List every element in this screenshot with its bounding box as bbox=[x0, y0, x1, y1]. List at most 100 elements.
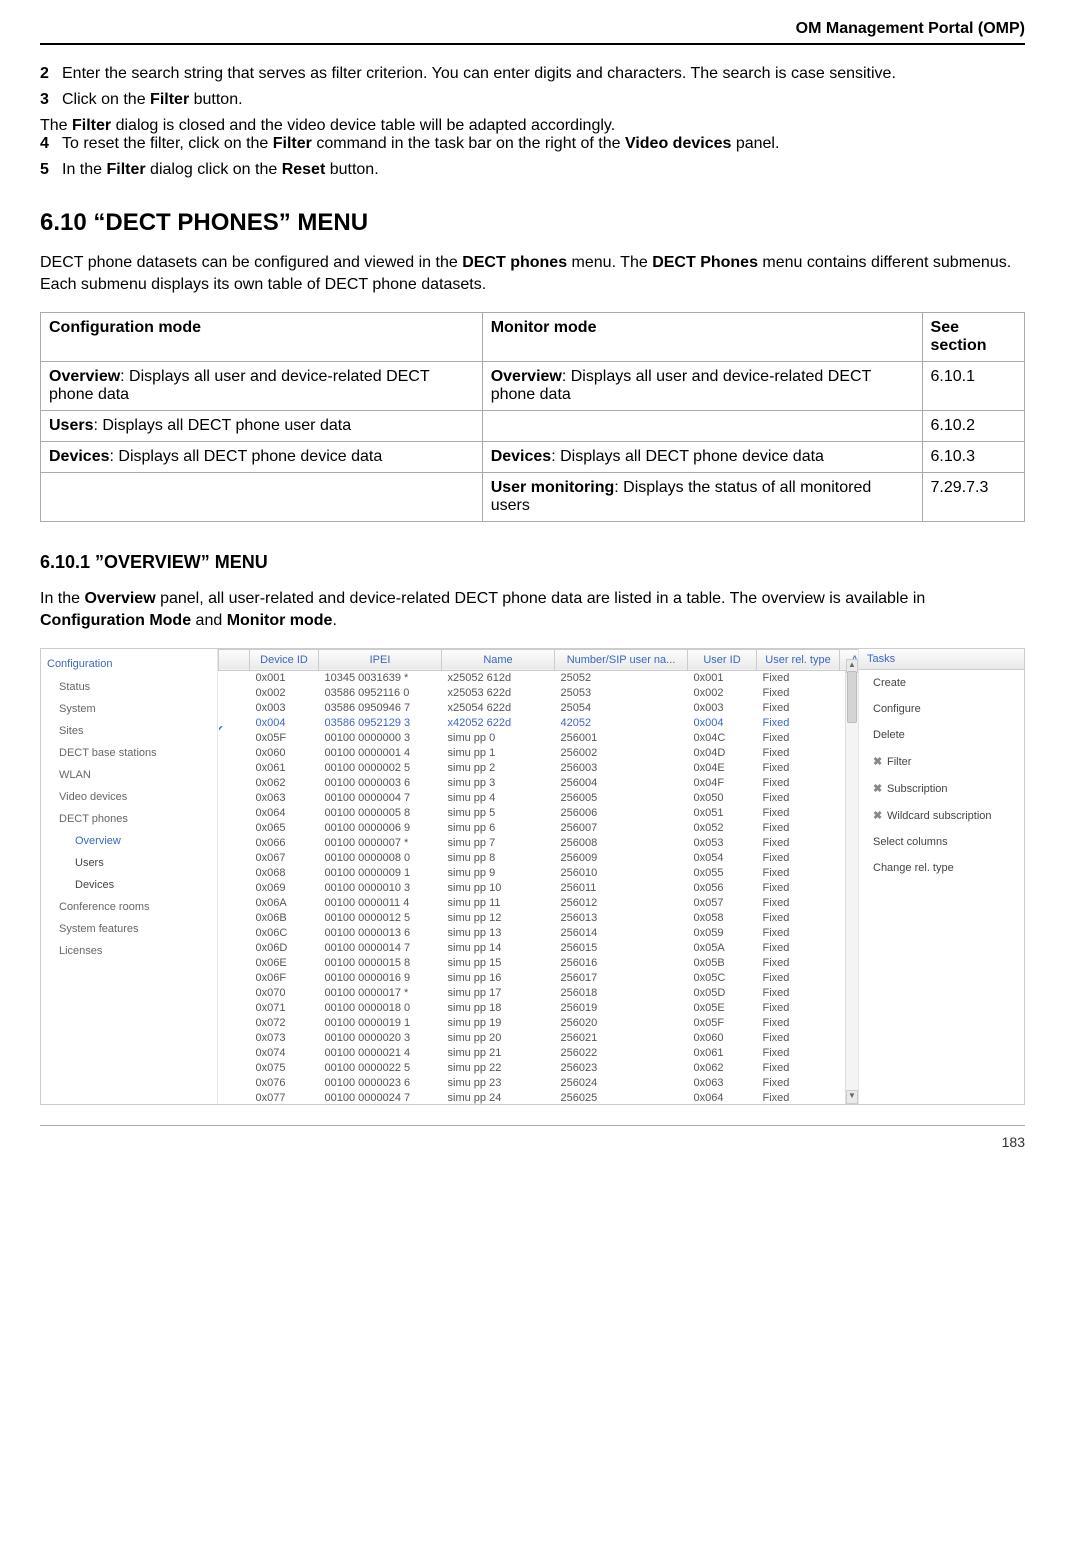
table-cell: 00100 0000005 8 bbox=[319, 806, 442, 821]
modes-cell: Devices: Displays all DECT phone device … bbox=[482, 441, 922, 472]
table-cell: 00100 0000016 9 bbox=[319, 971, 442, 986]
table-header-cell[interactable]: Device ID bbox=[250, 649, 319, 670]
table-cell: 0x04E bbox=[688, 761, 757, 776]
table-row[interactable]: 0x06400100 0000005 8simu pp 52560060x051… bbox=[219, 806, 860, 821]
table-cell: simu pp 15 bbox=[442, 956, 555, 971]
table-cell: Fixed bbox=[757, 866, 840, 881]
table-cell: 0x059 bbox=[688, 926, 757, 941]
table-header-cell[interactable]: Number/SIP user na... bbox=[555, 649, 688, 670]
table-row[interactable]: 0x06600100 0000007 *simu pp 72560080x053… bbox=[219, 836, 860, 851]
table-row[interactable]: 0x07200100 0000019 1simu pp 192560200x05… bbox=[219, 1016, 860, 1031]
table-row[interactable]: 0x06A00100 0000011 4simu pp 112560120x05… bbox=[219, 896, 860, 911]
table-row[interactable]: 0x06000100 0000001 4simu pp 12560020x04D… bbox=[219, 746, 860, 761]
table-cell: 256022 bbox=[555, 1046, 688, 1061]
table-row[interactable]: 0x06B00100 0000012 5simu pp 122560130x05… bbox=[219, 911, 860, 926]
table-header-cell[interactable]: User ID bbox=[688, 649, 757, 670]
table-cell: 00100 0000020 3 bbox=[319, 1031, 442, 1046]
table-cell: 0x062 bbox=[250, 776, 319, 791]
table-row[interactable]: 0x07400100 0000021 4simu pp 212560220x06… bbox=[219, 1046, 860, 1061]
table-cell: Fixed bbox=[757, 716, 840, 731]
table-row[interactable]: 0x06300100 0000004 7simu pp 42560050x050… bbox=[219, 791, 860, 806]
task-item[interactable]: ✖Wildcard subscription bbox=[859, 802, 1024, 829]
table-row[interactable]: 0x06100100 0000002 5simu pp 22560030x04E… bbox=[219, 761, 860, 776]
table-row[interactable]: 0x06700100 0000008 0simu pp 82560090x054… bbox=[219, 851, 860, 866]
table-cell: 0x054 bbox=[688, 851, 757, 866]
task-item[interactable]: Select columns bbox=[859, 829, 1024, 855]
sidebar-item[interactable]: Video devices bbox=[47, 786, 217, 808]
sidebar-item[interactable]: Licenses bbox=[47, 940, 217, 962]
table-header-cell[interactable]: Name bbox=[442, 649, 555, 670]
sidebar-item[interactable]: DECT phones bbox=[47, 808, 217, 830]
table-cell: 0x001 bbox=[688, 670, 757, 686]
table-row[interactable]: 0x06F00100 0000016 9simu pp 162560170x05… bbox=[219, 971, 860, 986]
table-cell: 0x072 bbox=[250, 1016, 319, 1031]
table-header-cell[interactable] bbox=[219, 649, 250, 670]
task-item[interactable]: ✖Subscription bbox=[859, 775, 1024, 802]
sidebar-item[interactable]: DECT base stations bbox=[47, 742, 217, 764]
table-cell: simu pp 11 bbox=[442, 896, 555, 911]
table-row[interactable]: 0x06200100 0000003 6simu pp 32560040x04F… bbox=[219, 776, 860, 791]
intro-6-10: DECT phone datasets can be configured an… bbox=[40, 252, 1025, 297]
table-cell: simu pp 4 bbox=[442, 791, 555, 806]
table-row[interactable]: 0x07600100 0000023 6simu pp 232560240x06… bbox=[219, 1076, 860, 1091]
table-cell: 0x055 bbox=[688, 866, 757, 881]
row-indicator bbox=[219, 686, 250, 701]
scroll-down-arrow[interactable]: ▼ bbox=[846, 1090, 858, 1104]
modes-cell: User monitoring: Displays the status of … bbox=[482, 472, 922, 521]
table-row[interactable]: 0x00203586 0952116 0x25053 622d250530x00… bbox=[219, 686, 860, 701]
table-cell: 00100 0000024 7 bbox=[319, 1091, 442, 1104]
table-row[interactable]: 0x07000100 0000017 *simu pp 172560180x05… bbox=[219, 986, 860, 1001]
modes-cell: 6.10.1 bbox=[922, 361, 1024, 410]
table-row[interactable]: 0x06800100 0000009 1simu pp 92560100x055… bbox=[219, 866, 860, 881]
table-cell: 0x06D bbox=[250, 941, 319, 956]
table-cell: 256021 bbox=[555, 1031, 688, 1046]
table-row[interactable]: 0x07300100 0000020 3simu pp 202560210x06… bbox=[219, 1031, 860, 1046]
table-row[interactable]: 0x07500100 0000022 5simu pp 222560230x06… bbox=[219, 1061, 860, 1076]
sidebar-nav: Configuration StatusSystemSitesDECT base… bbox=[41, 649, 218, 1104]
table-scrollbar[interactable]: ▲ ▼ bbox=[845, 671, 858, 1104]
table-cell: 00100 0000003 6 bbox=[319, 776, 442, 791]
row-indicator bbox=[219, 716, 250, 731]
task-item[interactable]: Delete bbox=[859, 722, 1024, 748]
sidebar-subitem[interactable]: Overview bbox=[47, 830, 217, 852]
sidebar-item[interactable]: Status bbox=[47, 676, 217, 698]
sidebar-item[interactable]: WLAN bbox=[47, 764, 217, 786]
task-item[interactable]: Configure bbox=[859, 696, 1024, 722]
task-item[interactable]: Change rel. type bbox=[859, 855, 1024, 881]
table-row[interactable]: 0x06C00100 0000013 6simu pp 132560140x05… bbox=[219, 926, 860, 941]
table-row[interactable]: 0x06900100 0000010 3simu pp 102560110x05… bbox=[219, 881, 860, 896]
table-cell: 256014 bbox=[555, 926, 688, 941]
sidebar-item[interactable]: System features bbox=[47, 918, 217, 940]
table-row[interactable]: 0x07100100 0000018 0simu pp 182560190x05… bbox=[219, 1001, 860, 1016]
table-cell: 0x062 bbox=[688, 1061, 757, 1076]
sidebar-subitem[interactable]: Devices bbox=[47, 874, 217, 896]
table-row[interactable]: 0x00110345 0031639 *x25052 612d250520x00… bbox=[219, 670, 860, 686]
table-cell: simu pp 13 bbox=[442, 926, 555, 941]
table-row[interactable]: 0x00403586 0952129 3x42052 622d420520x00… bbox=[219, 716, 860, 731]
table-row[interactable]: 0x05F00100 0000000 3simu pp 02560010x04C… bbox=[219, 731, 860, 746]
table-row[interactable]: 0x06D00100 0000014 7simu pp 142560150x05… bbox=[219, 941, 860, 956]
sidebar-item[interactable]: System bbox=[47, 698, 217, 720]
table-row[interactable]: 0x06E00100 0000015 8simu pp 152560160x05… bbox=[219, 956, 860, 971]
sidebar-item[interactable]: Sites bbox=[47, 720, 217, 742]
table-header-cell[interactable]: User rel. type bbox=[757, 649, 840, 670]
scroll-thumb[interactable] bbox=[847, 671, 857, 723]
table-cell: 00100 0000002 5 bbox=[319, 761, 442, 776]
task-item[interactable]: Create bbox=[859, 670, 1024, 696]
table-header-cell[interactable]: IPEI bbox=[319, 649, 442, 670]
table-cell: 256007 bbox=[555, 821, 688, 836]
table-row[interactable]: 0x00303586 0950946 7x25054 622d250540x00… bbox=[219, 701, 860, 716]
table-cell: 0x077 bbox=[250, 1091, 319, 1104]
sidebar-subitem[interactable]: Users bbox=[47, 852, 217, 874]
table-cell: 00100 0000023 6 bbox=[319, 1076, 442, 1091]
modes-cell: Devices: Displays all DECT phone device … bbox=[41, 441, 483, 472]
table-row[interactable]: 0x06500100 0000006 9simu pp 62560070x052… bbox=[219, 821, 860, 836]
table-row[interactable]: 0x07700100 0000024 7simu pp 242560250x06… bbox=[219, 1091, 860, 1104]
table-cell: 256010 bbox=[555, 866, 688, 881]
task-item[interactable]: ✖Filter bbox=[859, 748, 1024, 775]
table-cell: simu pp 17 bbox=[442, 986, 555, 1001]
row-indicator bbox=[219, 926, 250, 941]
sidebar-item[interactable]: Conference rooms bbox=[47, 896, 217, 918]
sidebar-header: Configuration bbox=[47, 655, 217, 676]
table-cell: 0x076 bbox=[250, 1076, 319, 1091]
